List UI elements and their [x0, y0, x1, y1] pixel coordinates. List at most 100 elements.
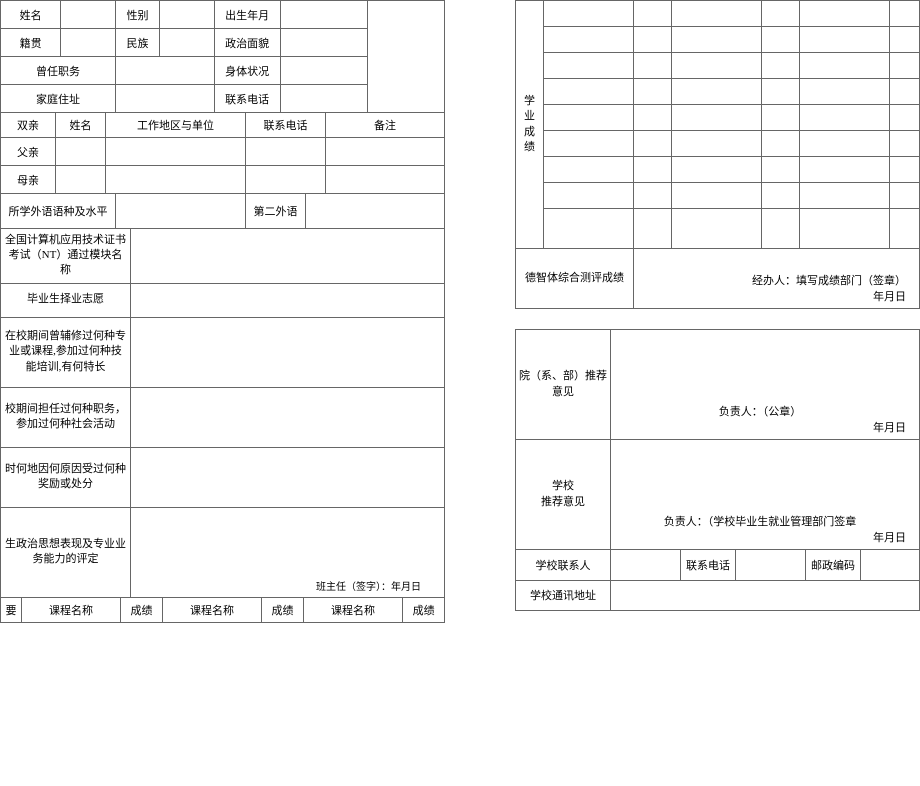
- postal-label: 邮政编码: [806, 550, 861, 580]
- contact-person-value: [611, 550, 681, 580]
- contact-person-label: 学校联系人: [516, 550, 611, 580]
- grid-cell: [890, 27, 920, 53]
- grid-cell: [672, 53, 762, 79]
- mother-workplace: [106, 166, 246, 194]
- grid-cell: [672, 183, 762, 209]
- grid-cell: [672, 27, 762, 53]
- political-label: 政治面貌: [214, 29, 280, 57]
- photo-cell: [368, 1, 445, 113]
- grid-cell: [544, 53, 634, 79]
- school-rec-l1: 学校: [519, 479, 607, 494]
- grid-cell: [890, 1, 920, 27]
- origin-value: [61, 29, 116, 57]
- handler-signature: 经办人：填写成绩部门（签章）: [637, 272, 916, 288]
- foreign-lang-value: [116, 194, 246, 228]
- school-rec-value: 负责人：（学校毕业生就业管理部门签章 年月日: [611, 440, 920, 550]
- grid-cell: [544, 79, 634, 105]
- grid-cell: [544, 1, 634, 27]
- grid-cell: [800, 79, 890, 105]
- phone-label: 联系电话: [214, 85, 280, 113]
- academic-grades-table: 学业成绩 德智体综合测评成绩 经办人：填写成绩部门（签章） 年月: [515, 0, 920, 309]
- contact-table: 学校联系人 联系电话 邮政编码 学校通讯地址: [515, 550, 920, 611]
- mother-name: [56, 166, 106, 194]
- grid-cell: [762, 183, 800, 209]
- eval-value: 班主任（签字）：年月日: [131, 507, 445, 597]
- grades-header-table: 要 课程名称 成绩 课程名称 成绩 课程名称 成绩: [0, 598, 445, 623]
- gender-value: [159, 1, 214, 29]
- father-workplace: [106, 138, 246, 166]
- grid-cell: [800, 183, 890, 209]
- parents-header: 双亲: [1, 113, 56, 138]
- mail-addr-label: 学校通讯地址: [516, 580, 611, 610]
- grid-cell: [672, 157, 762, 183]
- course-label-3: 课程名称: [303, 598, 402, 623]
- score-label-2: 成绩: [262, 598, 304, 623]
- grid-cell: [800, 27, 890, 53]
- handler-date: 年月日: [637, 288, 916, 304]
- grid-cell: [800, 131, 890, 157]
- course-label-2: 课程名称: [162, 598, 261, 623]
- grid-cell: [634, 27, 672, 53]
- dept-rec-label: 院（系、部）推荐意见: [516, 330, 611, 440]
- dept-date: 年月日: [614, 419, 916, 435]
- score-label-1: 成绩: [121, 598, 163, 623]
- health-label: 身体状况: [214, 57, 280, 85]
- recommendation-table: 院（系、部）推荐意见 负责人：（公章） 年月日 学校 推荐意见 负责人：（学校毕…: [515, 329, 920, 550]
- grid-cell: [634, 53, 672, 79]
- grid-cell: [890, 105, 920, 131]
- postal-value: [861, 550, 920, 580]
- grid-cell: [890, 209, 920, 249]
- grid-cell: [544, 131, 634, 157]
- gender-label: 性别: [116, 1, 160, 29]
- grid-cell: [672, 79, 762, 105]
- grid-cell: [800, 1, 890, 27]
- grid-cell: [634, 209, 672, 249]
- grid-cell: [890, 157, 920, 183]
- career-value: [131, 283, 445, 317]
- award-value: [131, 447, 445, 507]
- grid-cell: [672, 105, 762, 131]
- training-value: [131, 317, 445, 387]
- position-value: [116, 57, 215, 85]
- grid-cell: [890, 183, 920, 209]
- activity-value: [131, 387, 445, 447]
- grid-cell: [634, 105, 672, 131]
- brief-label: 要: [1, 598, 22, 623]
- parents-name-label: 姓名: [56, 113, 106, 138]
- grid-cell: [672, 1, 762, 27]
- parents-phone-label: 联系电话: [246, 113, 326, 138]
- grid-cell: [544, 157, 634, 183]
- position-label: 曾任职务: [1, 57, 116, 85]
- mail-addr-value: [611, 580, 920, 610]
- birth-label: 出生年月: [214, 1, 280, 29]
- grid-cell: [634, 183, 672, 209]
- grid-cell: [800, 209, 890, 249]
- grid-cell: [544, 105, 634, 131]
- grid-cell: [762, 27, 800, 53]
- name-value: [61, 1, 116, 29]
- activity-label: 校期间担任过何种职务，参加过何种社会活动: [1, 387, 131, 447]
- career-label: 毕业生择业志愿: [1, 283, 131, 317]
- grid-cell: [544, 183, 634, 209]
- parents-workplace-label: 工作地区与单位: [106, 113, 246, 138]
- school-signature: 负责人：（学校毕业生就业管理部门签章: [614, 513, 916, 529]
- address-label: 家庭住址: [1, 85, 116, 113]
- ethnic-value: [159, 29, 214, 57]
- father-name: [56, 138, 106, 166]
- grid-cell: [672, 209, 762, 249]
- eval-label: 生政治思想表现及专业业务能力的评定: [1, 507, 131, 597]
- grid-cell: [890, 131, 920, 157]
- mother-remark: [326, 166, 445, 194]
- grid-cell: [762, 157, 800, 183]
- grid-cell: [800, 53, 890, 79]
- school-rec-l2: 推荐意见: [519, 495, 607, 510]
- foreign-lang-label: 所学外语语种及水平: [1, 194, 116, 228]
- foreign-lang-table: 所学外语语种及水平 第二外语: [0, 194, 445, 229]
- health-value: [280, 57, 368, 85]
- name-label: 姓名: [1, 1, 61, 29]
- course-label-1: 课程名称: [21, 598, 120, 623]
- grid-cell: [672, 131, 762, 157]
- parents-table: 双亲 姓名 工作地区与单位 联系电话 备注 父亲 母亲: [0, 113, 445, 194]
- academic-label: 学业成绩: [516, 1, 544, 249]
- contact-phone-label: 联系电话: [681, 550, 736, 580]
